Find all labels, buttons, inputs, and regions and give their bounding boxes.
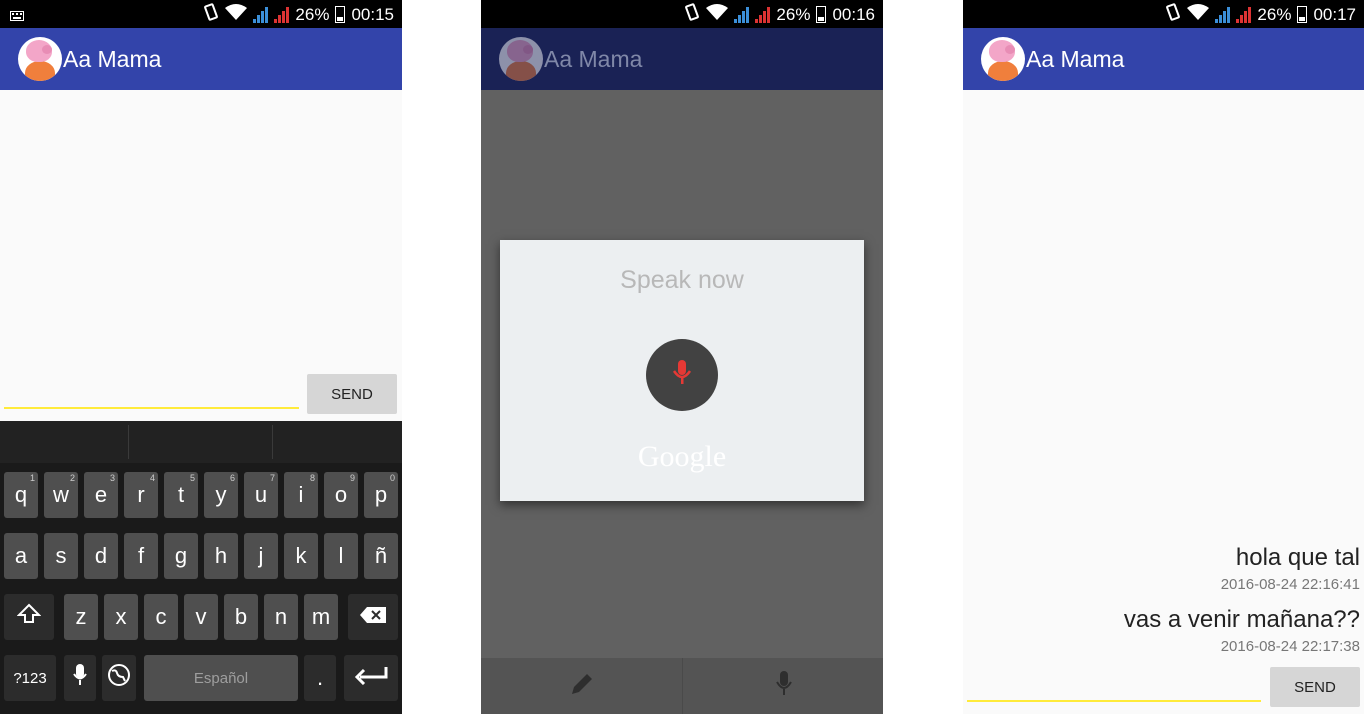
key-h[interactable]: h [204, 533, 238, 579]
app-bar: Aa Mama [481, 28, 883, 90]
key-r[interactable]: r4 [124, 472, 158, 518]
key-k[interactable]: k [284, 533, 318, 579]
clock: 00:15 [351, 4, 394, 24]
key-a[interactable]: a [4, 533, 38, 579]
contact-name: Aa Mama [1026, 45, 1125, 72]
microphone-icon [775, 670, 792, 703]
pencil-icon [568, 670, 596, 703]
key-n[interactable]: n [264, 594, 298, 640]
send-button[interactable]: SEND [307, 374, 397, 414]
send-button[interactable]: SEND [1270, 667, 1360, 707]
signal-icon [253, 6, 269, 23]
enter-key[interactable] [344, 655, 398, 701]
symbols-key[interactable]: ?123 [4, 655, 56, 701]
key-c[interactable]: c [144, 594, 178, 640]
message-item: vas a venir mañana?? 2016-08-24 22:17:38 [1124, 606, 1360, 655]
key-m[interactable]: m [304, 594, 338, 640]
key-v[interactable]: v [184, 594, 218, 640]
backspace-key[interactable] [348, 594, 398, 640]
google-logo: Google [637, 440, 727, 473]
keyboard-notification-icon [10, 6, 24, 26]
keyboard-mode-button[interactable] [481, 658, 682, 714]
message-item: hola que tal 2016-08-24 22:16:41 [1221, 544, 1360, 593]
suggestion-strip[interactable] [0, 421, 402, 463]
battery-percent: 26% [776, 4, 811, 24]
shift-icon [16, 602, 42, 632]
battery-percent: 26% [1257, 4, 1292, 24]
shift-key[interactable] [4, 594, 54, 640]
battery-icon [1297, 6, 1308, 23]
key-t[interactable]: t5 [164, 472, 198, 518]
phone-screen-voice: 26% 00:16 Aa Mama Speak now Google [481, 0, 883, 714]
signal-icon-sim2 [274, 6, 290, 23]
contact-name: Aa Mama [544, 45, 643, 72]
signal-icon-sim2 [755, 6, 771, 23]
language-key[interactable] [102, 655, 136, 701]
wifi-icon [225, 4, 248, 25]
key-y[interactable]: y6 [204, 472, 238, 518]
voice-input-dialog: Speak now Google [500, 240, 864, 501]
voice-input-key[interactable] [64, 655, 96, 701]
contact-avatar[interactable] [981, 37, 1025, 81]
battery-percent: 26% [295, 4, 330, 24]
key-x[interactable]: x [104, 594, 138, 640]
status-bar: 26% 00:17 [963, 0, 1364, 28]
mic-button[interactable] [646, 339, 718, 411]
signal-icon [1215, 6, 1231, 23]
clock: 00:17 [1313, 4, 1356, 24]
vibrate-icon [1165, 3, 1181, 26]
signal-icon-sim2 [1236, 6, 1252, 23]
wifi-icon [706, 4, 729, 25]
key-u[interactable]: u7 [244, 472, 278, 518]
soft-keyboard: q1 w2 e3 r4 t5 y6 u7 i8 o9 p0 a s d f g … [0, 421, 402, 714]
period-key[interactable]: . [304, 655, 336, 701]
key-w[interactable]: w2 [44, 472, 78, 518]
message-timestamp: 2016-08-24 22:17:38 [1220, 638, 1360, 655]
phone-screen-conversation: 26% 00:17 Aa Mama hola que tal 2016-08-2… [963, 0, 1364, 714]
key-l[interactable]: l [324, 533, 358, 579]
app-bar: Aa Mama [963, 28, 1364, 90]
key-o[interactable]: o9 [324, 472, 358, 518]
key-g[interactable]: g [164, 533, 198, 579]
contact-avatar [499, 37, 543, 81]
key-f[interactable]: f [124, 533, 158, 579]
vibrate-icon [203, 3, 219, 26]
key-p[interactable]: p0 [364, 472, 398, 518]
key-z[interactable]: z [64, 594, 98, 640]
message-input[interactable] [967, 700, 1261, 702]
key-n-tilde[interactable]: ñ [364, 533, 398, 579]
input-mode-bar [481, 658, 883, 714]
key-s[interactable]: s [44, 533, 78, 579]
contact-avatar[interactable] [18, 37, 62, 81]
speak-now-prompt: Speak now [620, 266, 744, 294]
message-timestamp: 2016-08-24 22:16:41 [1220, 576, 1360, 593]
message-text: vas a venir mañana?? [1123, 606, 1360, 633]
app-bar: Aa Mama [0, 28, 402, 90]
vibrate-icon [684, 3, 700, 26]
key-e[interactable]: e3 [84, 472, 118, 518]
enter-icon [354, 665, 388, 691]
key-j[interactable]: j [244, 533, 278, 579]
message-input[interactable] [4, 407, 299, 409]
key-b[interactable]: b [224, 594, 258, 640]
backspace-icon [359, 604, 387, 630]
key-q[interactable]: q1 [4, 472, 38, 518]
microphone-icon [672, 359, 692, 392]
signal-icon [734, 6, 750, 23]
key-d[interactable]: d [84, 533, 118, 579]
clock: 00:16 [832, 4, 875, 24]
status-bar: 26% 00:16 [481, 0, 883, 28]
key-i[interactable]: i8 [284, 472, 318, 518]
wifi-icon [1187, 4, 1210, 25]
message-text: hola que tal [1235, 544, 1360, 571]
phone-screen-keyboard: 26% 00:15 Aa Mama SEND q1 w2 e3 r4 t5 y6… [0, 0, 402, 714]
space-bar[interactable]: Español [144, 655, 298, 701]
battery-icon [335, 6, 346, 23]
contact-name: Aa Mama [63, 45, 162, 72]
globe-icon [107, 663, 131, 693]
battery-icon [816, 6, 827, 23]
voice-mode-button[interactable] [683, 658, 883, 714]
status-bar: 26% 00:15 [0, 0, 402, 28]
microphone-icon [73, 663, 87, 693]
